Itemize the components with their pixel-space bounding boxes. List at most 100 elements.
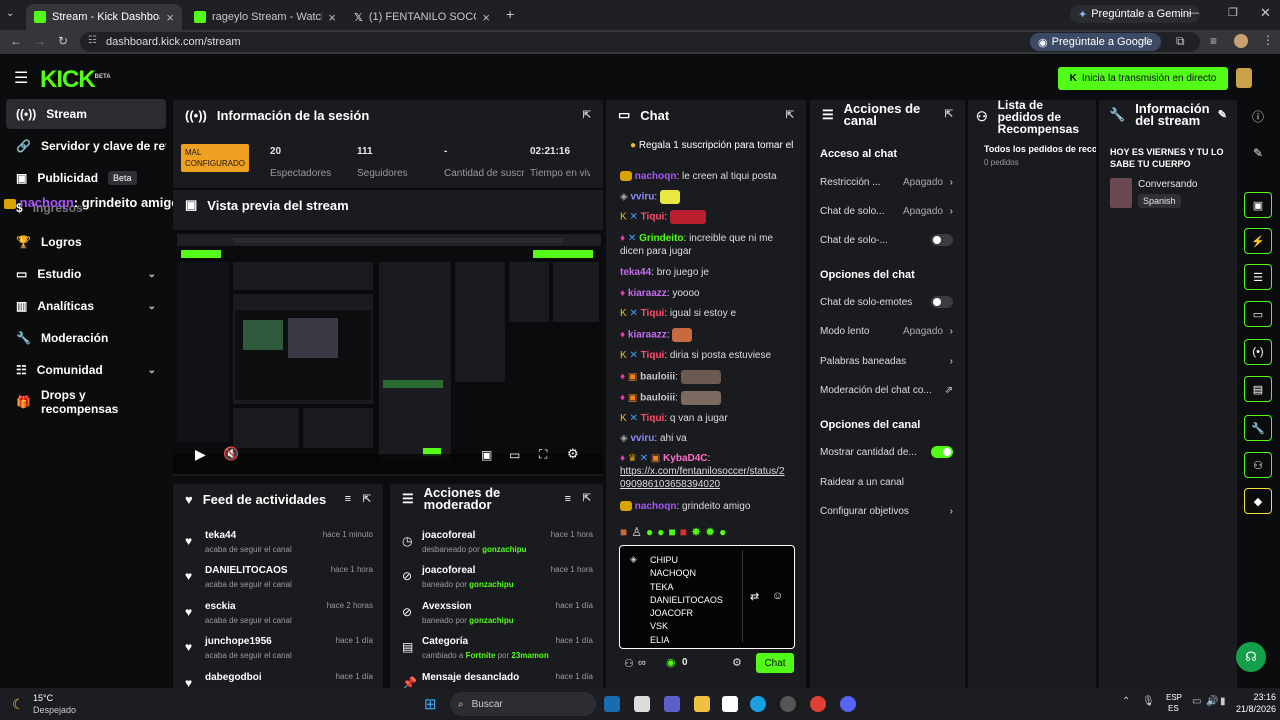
keyboard-layout[interactable]: ES: [1168, 704, 1179, 713]
pinned-gift-banner[interactable]: ● Regala 1 suscripción para tomar el con…: [630, 140, 794, 151]
chat-username[interactable]: nachoqn: [635, 501, 677, 512]
weather-desc[interactable]: Despejado: [33, 705, 76, 715]
play-icon[interactable]: ▶: [195, 446, 206, 463]
rail-stream-button[interactable]: (•): [1244, 339, 1272, 365]
expand-icon[interactable]: ⇱: [363, 494, 371, 505]
list-item[interactable]: 📌 Mensaje desanclado hace 1 día: [402, 670, 593, 688]
chat-username[interactable]: Tiqui: [641, 413, 665, 424]
rail-tools-button[interactable]: 🔧: [1244, 415, 1272, 441]
translate-icon[interactable]: ⇄: [750, 590, 759, 603]
close-icon[interactable]: ×: [482, 10, 490, 25]
list-item[interactable]: ♥ teka44 acaba de seguir el canal hace 1 mi…: [185, 528, 373, 564]
new-tab-button[interactable]: +: [506, 6, 514, 22]
extensions-icon[interactable]: ⧉: [1176, 34, 1185, 49]
go-live-button[interactable]: K Inicia la transmisión en directo: [1058, 67, 1228, 90]
tab-list-icon[interactable]: ⌄: [6, 8, 14, 19]
tray-chevron-icon[interactable]: ⌃: [1122, 696, 1130, 707]
mention-list[interactable]: CHIPU NACHOQN TEKA DANIELITOCAOS JOACOFR…: [650, 554, 723, 647]
sidebar-item-analytics[interactable]: ▥ Analíticas ⌄: [6, 291, 166, 321]
stream-category[interactable]: Conversando: [1138, 179, 1197, 190]
list-item[interactable]: ▤ Categoría cambiado a Fortnite por 23mamo…: [402, 634, 593, 670]
rail-rewards-button[interactable]: ◆: [1244, 488, 1272, 514]
gear-icon[interactable]: ⚙: [567, 446, 579, 462]
chat-username[interactable]: teka44: [620, 267, 651, 278]
sidebar-item-studio[interactable]: ▭ Estudio ⌄: [6, 259, 166, 289]
setting-row[interactable]: Chat de solo... Apagado ›: [820, 201, 953, 221]
setting-row[interactable]: Chat de solo-emotes: [820, 292, 953, 312]
chat-username[interactable]: Tiqui: [641, 308, 665, 319]
chat-username[interactable]: kiaraazz: [628, 330, 667, 341]
chat-username[interactable]: bauloiii: [640, 372, 675, 383]
kick-logo[interactable]: KICKBETA: [40, 66, 111, 94]
sidebar-item-moderation[interactable]: 🔧 Moderación: [6, 323, 166, 353]
chrome-icon[interactable]: [810, 696, 826, 712]
filter-icon[interactable]: ≡: [345, 493, 351, 505]
window-close-icon[interactable]: ✕: [1260, 5, 1271, 21]
setting-row[interactable]: Moderación del chat co... ⇗: [820, 380, 953, 400]
chat-username[interactable]: vviru: [630, 433, 654, 444]
sidebar-item-community[interactable]: ☷ Comunidad ⌄: [6, 355, 166, 385]
file-explorer-icon[interactable]: [694, 696, 710, 712]
back-icon[interactable]: ←: [10, 34, 22, 48]
chat-username[interactable]: bauloiii: [640, 393, 675, 404]
google-lens-button[interactable]: ◉ Pregúntale a Google: [1030, 33, 1161, 51]
mention-option[interactable]: JOACOFR: [650, 607, 723, 620]
tab-fentanilo-x[interactable]: 𝕏 (1) FENTANILO SOCCER en X: " ×: [346, 4, 498, 30]
minimize-icon[interactable]: —: [1188, 7, 1199, 19]
gear-icon[interactable]: ⚙: [732, 656, 742, 669]
rail-community-button[interactable]: ⚇: [1244, 452, 1272, 478]
setting-row[interactable]: Chat de solo-...: [820, 230, 953, 250]
rail-list-button[interactable]: ☰: [1244, 264, 1272, 290]
rail-session-button[interactable]: ▣: [1244, 192, 1272, 218]
task-view-icon[interactable]: [634, 696, 650, 712]
mention-option[interactable]: TEKA: [650, 581, 723, 594]
profile-avatar[interactable]: [1234, 34, 1248, 48]
sidebar-item-drops[interactable]: 🎁 Drops y recompensas: [6, 387, 166, 417]
discord-icon[interactable]: [840, 696, 856, 712]
bookmark-star-icon[interactable]: ☆: [1142, 34, 1153, 48]
rail-quick-button[interactable]: ⚡: [1244, 228, 1272, 254]
emoji-icon[interactable]: ☺: [772, 590, 783, 602]
mention-option[interactable]: VSK: [650, 620, 723, 633]
chat-username[interactable]: Grindeito: [639, 233, 683, 244]
edge-icon[interactable]: [750, 696, 766, 712]
close-icon[interactable]: ×: [328, 10, 336, 25]
list-item[interactable]: ♥ DANIELITOCAOS acaba de seguir el canal ha…: [185, 563, 373, 599]
sidebar-item-ads[interactable]: ▣ Publicidad Beta: [6, 163, 166, 193]
teams-icon[interactable]: [664, 696, 680, 712]
theater-icon[interactable]: ▭: [509, 448, 520, 462]
edit-layout-icon[interactable]: ✎: [1253, 146, 1263, 160]
list-item[interactable]: ⊘ joacoforeal baneado por gonzachipu hace 1…: [402, 563, 593, 599]
obs-icon[interactable]: [780, 696, 796, 712]
list-item[interactable]: ♥ junchope1956 acaba de seguir el canal hac…: [185, 634, 373, 670]
filter-icon[interactable]: ≡: [565, 493, 571, 505]
chat-username[interactable]: vviru: [630, 192, 654, 203]
sidebar-item-stream[interactable]: ((•)) Stream: [6, 99, 166, 129]
setting-row[interactable]: Raidear a un canal: [820, 472, 953, 492]
setting-row[interactable]: Configurar objetivos ›: [820, 501, 953, 521]
close-icon[interactable]: ×: [166, 10, 174, 25]
mention-option[interactable]: ELIA: [650, 634, 723, 647]
mention-option[interactable]: CHIPU: [650, 554, 723, 567]
taskbar-search[interactable]: ⌕ Buscar: [450, 692, 596, 716]
chat-username[interactable]: Tiqui: [641, 212, 665, 223]
forward-icon[interactable]: →: [34, 34, 46, 48]
mention-option[interactable]: DANIELITOCAOS: [650, 594, 723, 607]
chat-username[interactable]: kiaraazz: [628, 288, 667, 299]
help-support-button[interactable]: ☊: [1236, 642, 1266, 672]
list-item[interactable]: ⊘ Avexssion baneado por gonzachipu hace 1 d…: [402, 599, 593, 635]
list-item[interactable]: ◷ joacoforeal desbaneado por gonzachipu hac…: [402, 528, 593, 564]
capcut-icon[interactable]: [722, 696, 738, 712]
list-item[interactable]: ♥ dabegodboi hace 1 día: [185, 670, 373, 688]
site-info-icon[interactable]: ☷: [88, 35, 97, 46]
gemini-button[interactable]: ✦ Pregúntale a Gemini: [1070, 5, 1200, 23]
chat-username[interactable]: nachoqn: [635, 171, 677, 182]
rail-actions-button[interactable]: ▤: [1244, 376, 1272, 402]
setting-row[interactable]: Mostrar cantidad de...: [820, 442, 953, 462]
volume-icon[interactable]: 🔊: [1206, 696, 1218, 707]
rail-chat-button[interactable]: ▭: [1244, 301, 1272, 327]
fullscreen-icon[interactable]: ⛶: [539, 447, 547, 462]
pip-icon[interactable]: ▣: [481, 448, 492, 462]
expand-icon[interactable]: ⇱: [583, 493, 591, 505]
expand-icon[interactable]: ⇱: [945, 109, 953, 121]
